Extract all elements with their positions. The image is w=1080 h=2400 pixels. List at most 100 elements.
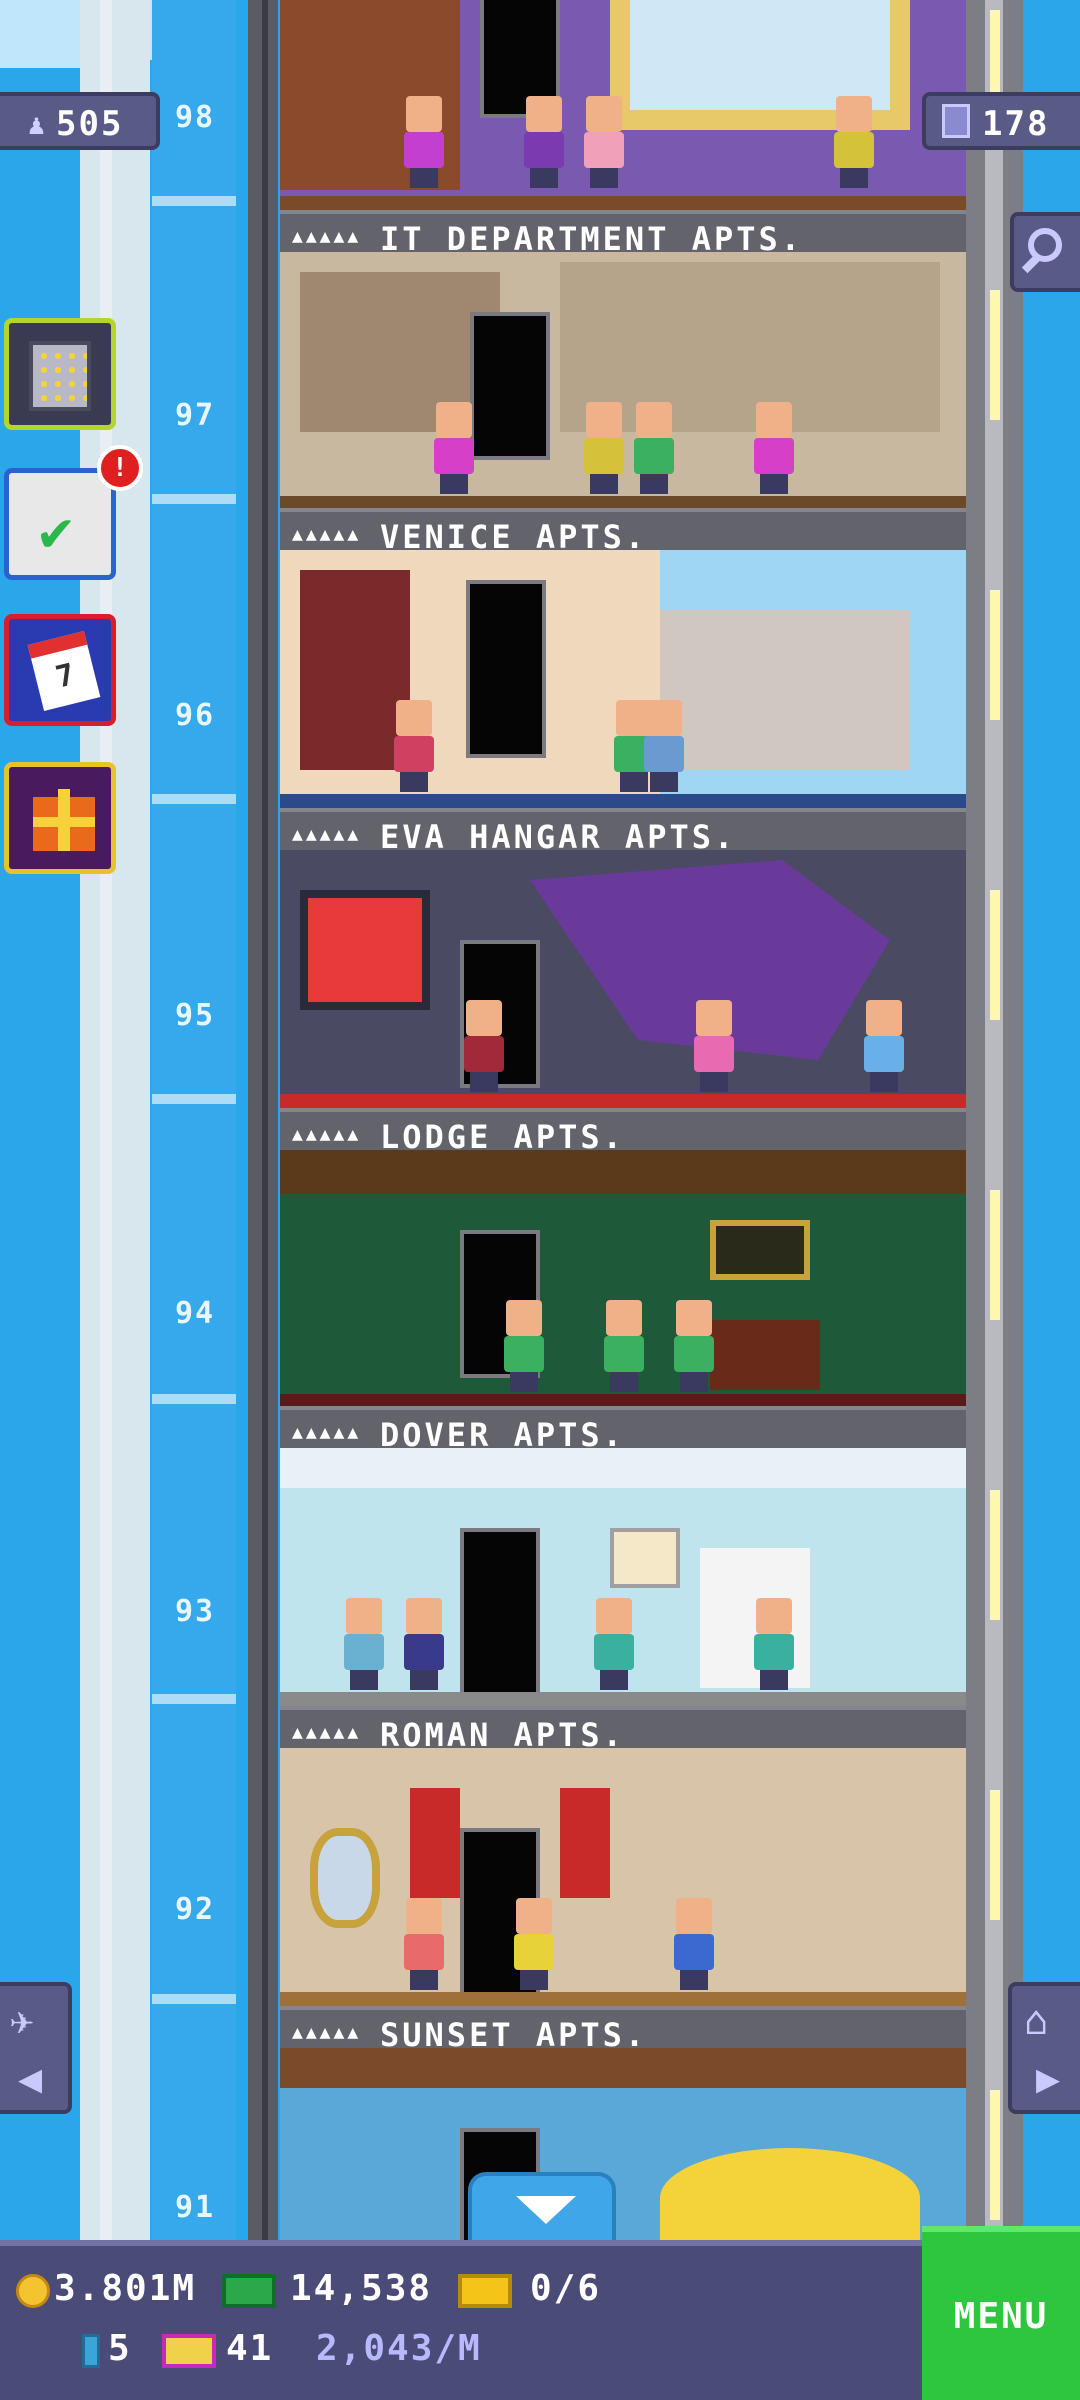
calendar-icon: 7	[27, 630, 101, 712]
floor-divider	[152, 196, 236, 206]
ticket-icon	[458, 2274, 512, 2308]
resident[interactable]	[630, 402, 678, 494]
floor-number: 96	[174, 698, 216, 733]
door	[460, 1528, 540, 1696]
room-interior	[280, 2048, 966, 2240]
mirror	[310, 1828, 380, 1928]
resident[interactable]	[400, 96, 448, 188]
floor-name-bar: ▲▲▲▲▲ LODGE APTS.	[280, 1108, 966, 1156]
floor-divider	[152, 1994, 236, 2004]
resident[interactable]	[520, 96, 568, 188]
floor-number: 93	[174, 1594, 216, 1629]
floor-91[interactable]: ▲▲▲▲▲ SUNSET APTS.	[280, 2006, 966, 2240]
floor-name-bar: ▲▲▲▲▲ SUNSET APTS.	[280, 2006, 966, 2054]
scroll-down-button[interactable]	[468, 2172, 616, 2244]
venice-skyline	[660, 610, 910, 770]
gift-button[interactable]	[4, 762, 116, 874]
resident[interactable]	[640, 700, 688, 792]
rating-icon: ▲▲▲▲▲	[292, 1722, 362, 1743]
notification-badge: !	[97, 445, 143, 491]
resident[interactable]	[400, 1598, 448, 1690]
vip-value: 41	[226, 2328, 274, 2369]
floor-ground	[280, 196, 966, 210]
floor-number: 94	[174, 1296, 216, 1331]
room-interior	[280, 1448, 966, 1706]
digital-display	[300, 890, 430, 1010]
vip-airport-button[interactable]: ✈ ◀	[0, 1982, 72, 2114]
window-light	[990, 2090, 1000, 2220]
resident[interactable]	[670, 1898, 718, 1990]
floor-divider	[152, 1694, 236, 1704]
elevators-value: 5	[108, 2328, 132, 2369]
checkmark-icon: ✔	[39, 499, 73, 564]
lobby-button[interactable]: ⌂ ▶	[1008, 1982, 1080, 2114]
room-interior	[280, 550, 966, 808]
ceiling-lights	[280, 1448, 966, 1488]
window-light	[990, 590, 1000, 720]
floor-94[interactable]: ▲▲▲▲▲ LODGE APTS.	[280, 1108, 966, 1408]
banner	[410, 1788, 460, 1898]
wooden-beam	[280, 2048, 966, 2088]
resident[interactable]	[500, 1300, 548, 1392]
floor-number: 91	[174, 2190, 216, 2225]
floor-98[interactable]	[280, 0, 966, 210]
resident[interactable]	[430, 402, 478, 494]
search-button[interactable]	[1010, 212, 1080, 292]
daily-reward-button[interactable]: 7	[4, 614, 116, 726]
rating-icon: ▲▲▲▲▲	[292, 226, 362, 247]
elevator-icon	[82, 2334, 100, 2368]
resident[interactable]	[690, 1000, 738, 1092]
floor-divider	[152, 494, 236, 504]
tickets-value: 0/6	[530, 2268, 602, 2309]
resident[interactable]	[400, 1898, 448, 1990]
airplane-icon: ✈	[10, 1998, 35, 2044]
floor-93[interactable]: ▲▲▲▲▲ DOVER APTS.	[280, 1406, 966, 1706]
bux-icon	[222, 2274, 276, 2308]
resident[interactable]	[340, 1598, 388, 1690]
resource-bar: 3.801M 14,538 0/6 5 41 2,043/M	[0, 2240, 1080, 2400]
menu-button[interactable]: MENU	[922, 2226, 1080, 2400]
resident[interactable]	[750, 402, 798, 494]
resident[interactable]	[830, 96, 878, 188]
floor-number: 95	[174, 998, 216, 1033]
resident[interactable]	[510, 1898, 558, 1990]
rating-icon: ▲▲▲▲▲	[292, 524, 362, 545]
floor-name-bar: ▲▲▲▲▲ ROMAN APTS.	[280, 1706, 966, 1754]
room-interior	[280, 1748, 966, 2006]
missions-button[interactable]: ✔ !	[4, 445, 143, 580]
rating-icon: ▲▲▲▲▲	[292, 824, 362, 845]
resident[interactable]	[460, 1000, 508, 1092]
floor-97[interactable]: ▲▲▲▲▲ IT DEPARTMENT APTS.	[280, 210, 966, 510]
resident[interactable]	[580, 402, 628, 494]
floor-counter[interactable]: 178	[922, 92, 1080, 150]
resident[interactable]	[860, 1000, 908, 1092]
floor-count-value: 178	[982, 104, 1050, 144]
door	[466, 580, 546, 758]
floor-divider	[152, 794, 236, 804]
resident[interactable]	[590, 1598, 638, 1690]
bux-value: 14,538	[290, 2268, 433, 2309]
population-value: 505	[56, 104, 124, 144]
floor-95[interactable]: ▲▲▲▲▲ EVA HANGAR APTS.	[280, 808, 966, 1108]
rating-icon: ▲▲▲▲▲	[292, 1124, 362, 1145]
floor-number: 98	[174, 100, 216, 135]
sunset	[660, 2148, 920, 2240]
resident[interactable]	[600, 1300, 648, 1392]
room-interior	[280, 0, 966, 210]
floor-name-bar: ▲▲▲▲▲ DOVER APTS.	[280, 1406, 966, 1454]
building-icon	[29, 341, 91, 411]
resident[interactable]	[670, 1300, 718, 1392]
canal	[280, 794, 966, 808]
painting	[610, 1528, 680, 1588]
rating-icon: ▲▲▲▲▲	[292, 2022, 362, 2043]
resident[interactable]	[750, 1598, 798, 1690]
floor-ground	[280, 1992, 966, 2006]
floor-96[interactable]: ▲▲▲▲▲ VENICE APTS.	[280, 508, 966, 808]
population-counter[interactable]: ♟ 505	[0, 92, 160, 150]
floor-name-bar: ▲▲▲▲▲ VENICE APTS.	[280, 508, 966, 556]
arrow-right-icon: ▶	[1036, 2056, 1061, 2102]
resident[interactable]	[390, 700, 438, 792]
resident[interactable]	[580, 96, 628, 188]
floor-92[interactable]: ▲▲▲▲▲ ROMAN APTS.	[280, 1706, 966, 2006]
build-floor-button[interactable]	[4, 318, 116, 430]
